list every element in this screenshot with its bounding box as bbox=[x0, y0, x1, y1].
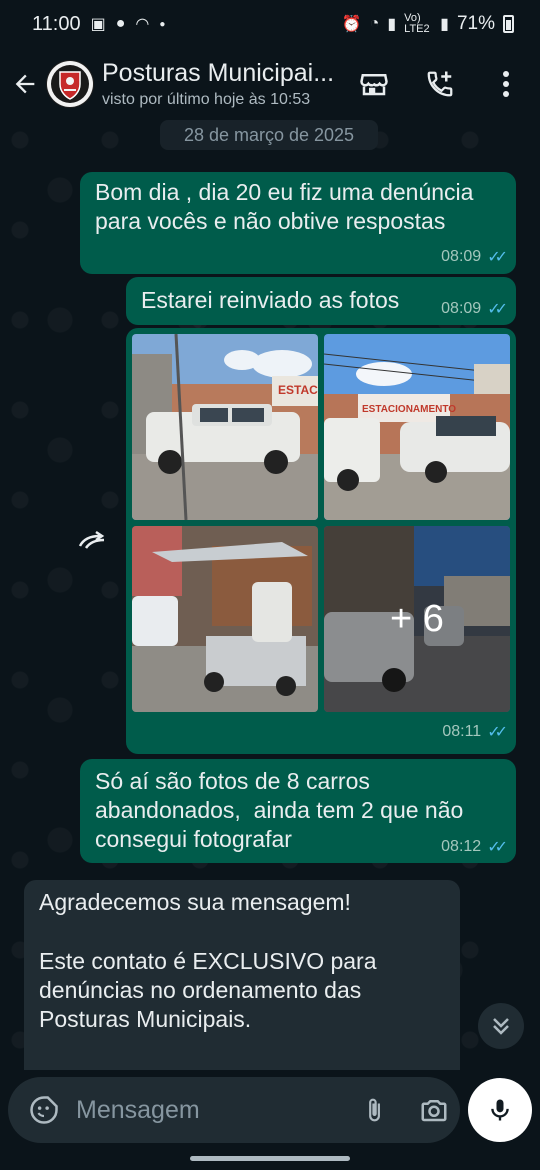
chat-header: Posturas Municipai... visto por último h… bbox=[0, 48, 540, 120]
scroll-to-bottom-button[interactable] bbox=[478, 1003, 524, 1049]
photo-album-bubble[interactable]: ESTAC ESTACIONAMENTO + 6 08:11 ✓✓ bbox=[126, 328, 516, 754]
home-indicator[interactable] bbox=[190, 1156, 350, 1161]
chat-notification-icon: ● bbox=[115, 15, 126, 32]
message-bubble[interactable]: Só aí são fotos de 8 carros abandonados,… bbox=[80, 759, 516, 863]
camera-icon bbox=[421, 1100, 447, 1122]
food-cart-photo bbox=[132, 526, 318, 712]
incoming-message-bubble[interactable]: Agradecemos sua mensagem! Este contato é… bbox=[24, 880, 460, 1070]
photo-thumbnail[interactable]: + 6 bbox=[324, 526, 510, 712]
message-text-line: Agradecemos sua mensagem! bbox=[39, 889, 351, 915]
signal-2-icon: ▮ bbox=[440, 16, 449, 33]
message-bubble[interactable]: Estarei reinviado as fotos 08:09 ✓✓ bbox=[126, 277, 516, 325]
microphone-icon bbox=[491, 1099, 509, 1121]
message-text-line: Este contato é EXCLUSIVO para bbox=[39, 948, 377, 974]
message-text-line: consegui fotografar bbox=[95, 826, 292, 852]
street-car-photo: ESTAC bbox=[132, 334, 318, 520]
battery-percent: 71% bbox=[456, 13, 495, 34]
message-time: 08:09 bbox=[441, 300, 482, 317]
photo-thumbnail[interactable] bbox=[132, 526, 318, 712]
camera-button[interactable] bbox=[412, 1088, 456, 1132]
back-arrow-icon bbox=[15, 74, 35, 94]
status-bar: 11:00 ▣ ● ◠ ● ⏰ ◔ ▮ Vo) LTE2 ▮ 71% bbox=[0, 0, 540, 48]
message-time: 08:12 bbox=[441, 838, 482, 855]
message-input[interactable] bbox=[76, 1095, 346, 1125]
store-button[interactable] bbox=[354, 64, 394, 104]
gallery-notification-icon: ▣ bbox=[90, 16, 106, 33]
message-composer bbox=[8, 1077, 460, 1143]
hotspot-notification-icon: ◠ bbox=[135, 16, 150, 33]
paperclip-icon bbox=[369, 1098, 380, 1122]
message-time: 08:09 bbox=[441, 248, 482, 265]
back-button[interactable] bbox=[4, 63, 46, 105]
svg-text:ESTAC: ESTAC bbox=[278, 383, 318, 397]
message-meta: 08:09 ✓✓ bbox=[441, 247, 508, 267]
dot-icon: ● bbox=[159, 18, 166, 30]
message-meta: 08:09 ✓✓ bbox=[441, 299, 508, 319]
battery-icon bbox=[503, 15, 514, 33]
read-ticks-icon: ✓✓ bbox=[487, 839, 508, 856]
sticker-emoji-icon bbox=[30, 1096, 58, 1124]
message-text-line: Só aí são fotos de 8 carros bbox=[95, 768, 370, 794]
signal-icon: ▮ bbox=[387, 16, 397, 33]
message-time: 08:11 bbox=[442, 723, 482, 740]
last-seen: visto por último hoje às 10:53 bbox=[102, 91, 311, 108]
double-chevron-down-icon bbox=[493, 1018, 509, 1035]
chat-area[interactable]: 28 de março de 2025 Bom dia , dia 20 eu … bbox=[0, 120, 540, 1070]
message-text-line: para vocês e não obtive respostas bbox=[95, 208, 446, 234]
contact-name: Posturas Municipai... bbox=[102, 59, 335, 87]
message-text-line: denúncias no ordenamento das bbox=[39, 977, 362, 1003]
read-ticks-icon: ✓✓ bbox=[487, 301, 508, 318]
alarm-icon: ⏰ bbox=[341, 16, 362, 33]
shield-logo-icon bbox=[47, 61, 93, 107]
add-call-icon bbox=[427, 71, 453, 97]
status-right: ⏰ ◔ ▮ Vo) LTE2 ▮ 71% bbox=[342, 13, 514, 35]
avatar[interactable] bbox=[46, 60, 94, 108]
status-left: 11:00 ▣ ● ◠ ● bbox=[32, 13, 342, 36]
header-actions bbox=[354, 64, 526, 104]
street-car-photo: ESTACIONAMENTO bbox=[324, 334, 510, 520]
title-block[interactable]: Posturas Municipai... visto por último h… bbox=[102, 59, 352, 109]
message-meta: 08:12 ✓✓ bbox=[441, 837, 508, 857]
message-text-line: abandonados, ainda tem 2 que não bbox=[95, 797, 464, 823]
message-text-line: Bom dia , dia 20 eu fiz uma denúncia bbox=[95, 179, 474, 205]
photo-thumbnail[interactable]: ESTACIONAMENTO bbox=[324, 334, 510, 520]
date-chip: 28 de março de 2025 bbox=[160, 120, 378, 150]
forward-icon bbox=[78, 530, 105, 549]
wifi-icon: ◔ bbox=[369, 15, 380, 32]
forward-button[interactable] bbox=[72, 520, 114, 562]
add-call-button[interactable] bbox=[420, 64, 460, 104]
message-text-line: Posturas Municipais. bbox=[39, 1006, 252, 1032]
photo-thumbnail[interactable]: ESTAC bbox=[132, 334, 318, 520]
photo-grid: ESTAC ESTACIONAMENTO + 6 bbox=[132, 334, 510, 712]
message-bubble[interactable]: Bom dia , dia 20 eu fiz uma denúncia par… bbox=[80, 172, 516, 274]
svg-text:ESTACIONAMENTO: ESTACIONAMENTO bbox=[362, 404, 456, 415]
message-meta: 08:11 ✓✓ bbox=[442, 722, 508, 742]
more-options-button[interactable] bbox=[486, 64, 526, 104]
more-photos-count: + 6 bbox=[324, 526, 510, 712]
message-text: Estarei reinviado as fotos bbox=[141, 287, 400, 313]
store-icon bbox=[360, 74, 388, 96]
network-label: Vo) LTE2 bbox=[404, 12, 430, 35]
attach-button[interactable] bbox=[352, 1088, 396, 1132]
status-time: 11:00 bbox=[32, 12, 81, 35]
read-ticks-icon: ✓✓ bbox=[487, 724, 508, 741]
voice-record-button[interactable] bbox=[468, 1078, 532, 1142]
more-vert-icon bbox=[503, 71, 509, 97]
read-ticks-icon: ✓✓ bbox=[487, 249, 508, 266]
emoji-button[interactable] bbox=[16, 1082, 72, 1138]
